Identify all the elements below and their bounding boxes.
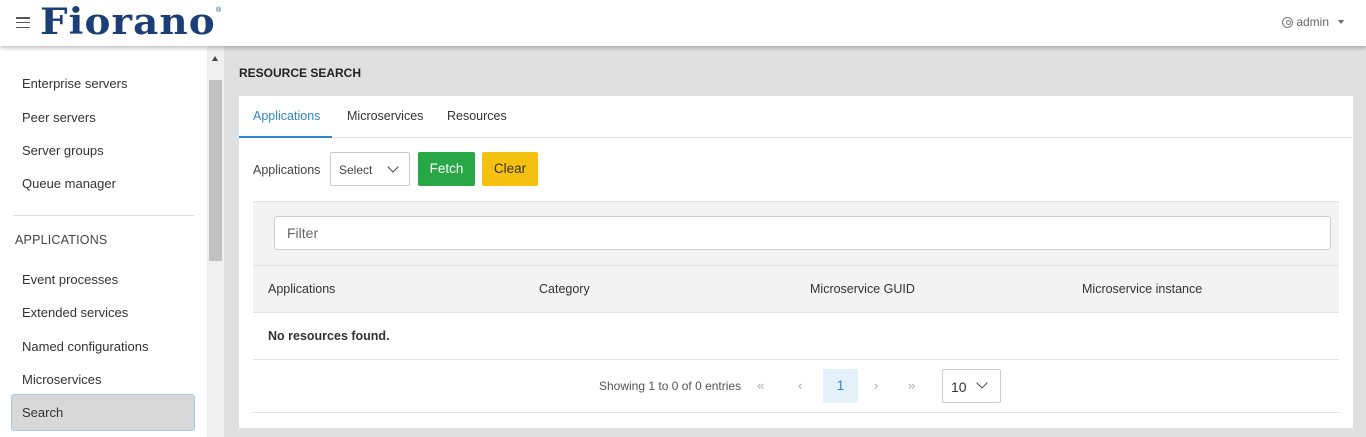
user-menu[interactable]: admin — [1282, 15, 1344, 29]
pagination: Showing 1 to 0 of 0 entries « ‹ 1 › » 10 — [253, 360, 1339, 413]
active-tab-indicator — [239, 136, 332, 138]
logo: Fiorano — [40, 1, 216, 43]
first-page-icon[interactable]: « — [757, 378, 764, 393]
tab-microservices[interactable]: Microservices — [347, 109, 423, 123]
logo-registered-mark: ® — [216, 7, 222, 14]
filter-area — [253, 202, 1339, 266]
page-size-value: 10 — [951, 379, 967, 395]
sidebar-item-event-processes[interactable]: Event processes — [22, 272, 118, 287]
empty-message: No resources found. — [268, 329, 390, 343]
column-category[interactable]: Category — [539, 282, 590, 296]
table-row: No resources found. — [253, 313, 1339, 360]
tab-resources[interactable]: Resources — [447, 109, 507, 123]
applications-label: Applications — [253, 163, 321, 177]
applications-select[interactable]: Select — [330, 152, 410, 186]
prev-page-icon[interactable]: ‹ — [798, 378, 802, 393]
tab-bar: Applications Microservices Resources — [239, 96, 1353, 138]
menu-icon[interactable] — [16, 17, 30, 29]
page-size-select[interactable]: 10 — [942, 369, 1001, 403]
sidebar-item-label: Search — [22, 405, 64, 420]
page-1-button[interactable]: 1 — [823, 369, 858, 403]
sidebar-item-peer-servers[interactable]: Peer servers — [22, 110, 96, 125]
scroll-up-icon[interactable] — [212, 56, 218, 61]
entries-info: Showing 1 to 0 of 0 entries — [599, 379, 742, 393]
sidebar-item-search[interactable]: Search — [11, 394, 195, 431]
sidebar-item-microservices[interactable]: Microservices — [22, 372, 101, 387]
sidebar-item-extended-services[interactable]: Extended services — [22, 305, 128, 320]
user-name: admin — [1296, 15, 1329, 29]
filter-input[interactable] — [274, 216, 1331, 250]
user-icon — [1282, 16, 1294, 28]
sidebar-divider — [13, 215, 194, 216]
chevron-down-icon — [976, 377, 988, 389]
last-page-icon[interactable]: » — [908, 378, 915, 393]
main-content: RESOURCE SEARCH Applications Microservic… — [225, 46, 1366, 437]
search-card: Applications Microservices Resources App… — [239, 96, 1353, 428]
sidebar: Enterprise servers Peer servers Server g… — [0, 46, 207, 437]
chevron-down-icon — [387, 161, 399, 173]
sidebar-item-named-configurations[interactable]: Named configurations — [22, 339, 148, 354]
sidebar-section-title: APPLICATIONS — [15, 233, 108, 247]
table-header: Applications Category Microservice GUID … — [253, 266, 1339, 313]
sidebar-item-queue-manager[interactable]: Queue manager — [22, 176, 116, 191]
tab-applications[interactable]: Applications — [253, 109, 320, 123]
sidebar-scrollbar[interactable] — [207, 46, 224, 437]
page-title: RESOURCE SEARCH — [239, 66, 362, 80]
column-microservice-instance[interactable]: Microservice instance — [1082, 282, 1202, 296]
fetch-button[interactable]: Fetch — [418, 152, 475, 186]
sidebar-item-server-groups[interactable]: Server groups — [22, 143, 104, 158]
select-value: Select — [339, 163, 373, 177]
next-page-icon[interactable]: › — [874, 378, 878, 393]
clear-button[interactable]: Clear — [482, 152, 538, 186]
top-bar: Fiorano ® admin — [0, 0, 1366, 46]
column-applications[interactable]: Applications — [268, 282, 335, 296]
caret-down-icon — [1338, 20, 1344, 24]
sidebar-item-enterprise-servers[interactable]: Enterprise servers — [22, 76, 127, 91]
scroll-thumb[interactable] — [209, 80, 222, 261]
column-microservice-guid[interactable]: Microservice GUID — [810, 282, 915, 296]
results-panel: Applications Category Microservice GUID … — [253, 201, 1339, 413]
